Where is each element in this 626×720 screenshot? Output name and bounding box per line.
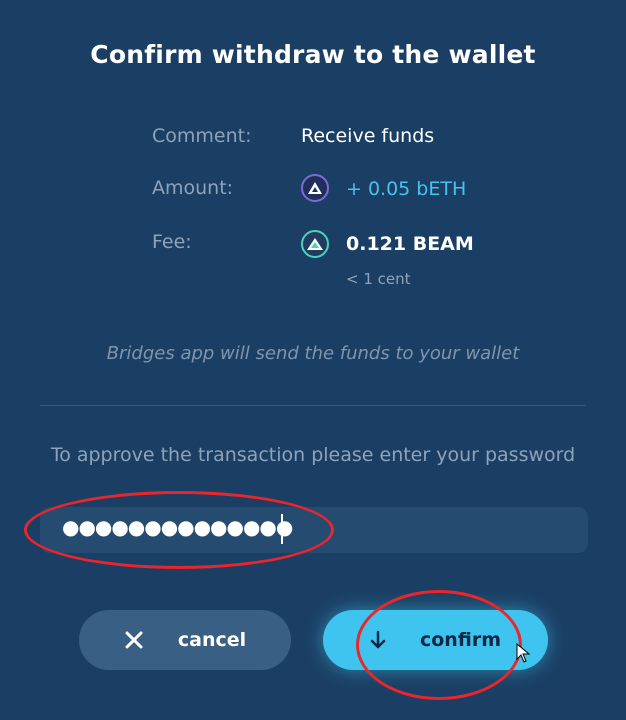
mouse-cursor-icon bbox=[516, 643, 530, 663]
fee-label: Fee: bbox=[152, 231, 192, 253]
comment-label: Comment: bbox=[152, 125, 252, 147]
text-caret bbox=[281, 514, 283, 544]
password-prompt: To approve the transaction please enter … bbox=[50, 444, 576, 466]
fee-subtext: < 1 cent bbox=[346, 270, 411, 288]
cancel-button[interactable]: cancel bbox=[79, 610, 291, 670]
close-icon bbox=[124, 630, 144, 650]
arrow-down-icon bbox=[370, 630, 386, 650]
confirm-button[interactable]: confirm bbox=[323, 610, 548, 670]
beth-coin-icon bbox=[301, 174, 329, 202]
confirm-button-label: confirm bbox=[419, 629, 502, 651]
confirm-withdraw-dialog: Confirm withdraw to the wallet Comment: … bbox=[0, 0, 626, 720]
amount-label: Amount: bbox=[152, 177, 234, 199]
cancel-button-label: cancel bbox=[177, 629, 247, 651]
comment-value: Receive funds bbox=[301, 125, 435, 147]
info-note: Bridges app will send the funds to your … bbox=[106, 343, 520, 364]
fee-value: 0.121 BEAM bbox=[346, 233, 474, 255]
beam-coin-icon bbox=[301, 230, 329, 258]
password-masked-value: ●●●●●●●●●●●●●● bbox=[62, 515, 293, 539]
divider bbox=[40, 405, 586, 406]
dialog-title: Confirm withdraw to the wallet bbox=[90, 40, 536, 69]
amount-value: + 0.05 bETH bbox=[346, 178, 467, 200]
